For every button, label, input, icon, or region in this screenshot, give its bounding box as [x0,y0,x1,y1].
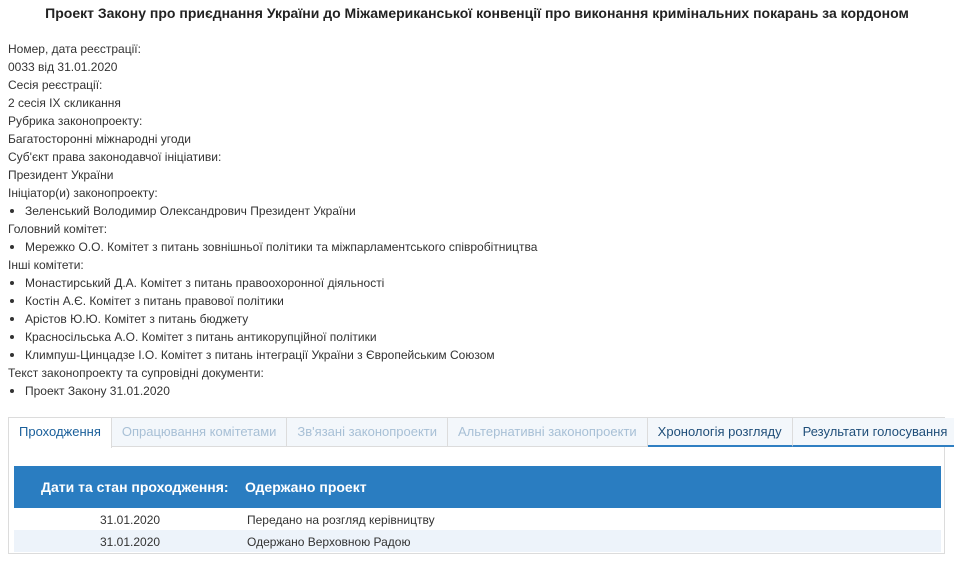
tab-alternative-bills[interactable]: Альтернативні законопроекти [448,418,648,447]
row-date: 31.01.2020 [100,513,161,527]
table-header: Дати та стан проходження: Одержано проек… [14,466,941,508]
initiators-label: Ініціатор(и) законопроекту: [8,186,158,200]
row-status: Одержано Верховною Радою [247,535,411,549]
tab-bar: Проходження Опрацювання комітетами Зв'яз… [9,418,954,448]
reg-label: Номер, дата реєстрації: [8,42,141,56]
subject-label: Суб'єкт права законодавчої ініціативи: [8,150,222,164]
main-committee-label: Головний комітет: [8,222,108,236]
table-row: 31.01.2020 Одержано Верховною Радою [14,530,941,552]
committee-item[interactable]: Красносільська А.О. Комітет з питань ант… [8,328,948,346]
rubric-label: Рубрика законопроекту: [8,114,143,128]
tab-chronology[interactable]: Хронологія розгляду [647,418,793,447]
committee-item[interactable]: Костін А.Є. Комітет з питань правової по… [8,292,948,310]
committee-item[interactable]: Монастирський Д.А. Комітет з питань прав… [8,274,948,292]
document-link[interactable]: Проект Закону 31.01.2020 [8,382,948,400]
session-label: Сесія реєстрації: [8,78,103,92]
row-status: Передано на розгляд керівництву [247,513,435,527]
tab-passage[interactable]: Проходження [9,418,112,448]
header-status: Одержано проект [245,479,367,495]
rubric-value: Багатосторонні міжнародні угоди [8,132,191,146]
subject-value: Президент України [8,168,114,182]
header-dates: Дати та стан проходження: [41,479,229,495]
tabs-panel: Проходження Опрацювання комітетами Зв'яз… [8,417,954,554]
initiator-item[interactable]: Зеленський Володимир Олександрович Прези… [8,202,948,220]
main-committee-list: Мережко О.О. Комітет з питань зовнішньої… [8,238,948,256]
table-row: 31.01.2020 Передано на розгляд керівницт… [14,508,941,530]
bill-details: Номер, дата реєстрації: 0033 від 31.01.2… [8,40,948,400]
main-committee-item[interactable]: Мережко О.О. Комітет з питань зовнішньої… [8,238,948,256]
committee-item[interactable]: Климпуш-Цинцадзе І.О. Комітет з питань і… [8,346,948,364]
tab-committee-processing[interactable]: Опрацювання комітетами [111,418,288,447]
tab-related-bills[interactable]: Зв'язані законопроекти [287,418,449,447]
reg-value: 0033 від 31.01.2020 [8,60,118,74]
committee-item[interactable]: Арістов Ю.Ю. Комітет з питань бюджету [8,310,948,328]
tab-voting-results[interactable]: Результати голосування [792,418,954,447]
bill-page: Проект Закону про приєднання України до … [0,0,954,565]
docs-label: Текст законопроекту та супровідні докуме… [8,366,264,380]
session-value: 2 сесія IX скликання [8,96,121,110]
row-date: 31.01.2020 [100,535,161,549]
passage-table: Дати та стан проходження: Одержано проек… [14,466,941,552]
page-title: Проект Закону про приєднання України до … [45,5,909,21]
docs-list: Проект Закону 31.01.2020 [8,382,948,400]
initiators-list: Зеленський Володимир Олександрович Прези… [8,202,948,220]
other-committees-list: Монастирський Д.А. Комітет з питань прав… [8,274,948,364]
other-committees-label: Інші комітети: [8,258,84,272]
